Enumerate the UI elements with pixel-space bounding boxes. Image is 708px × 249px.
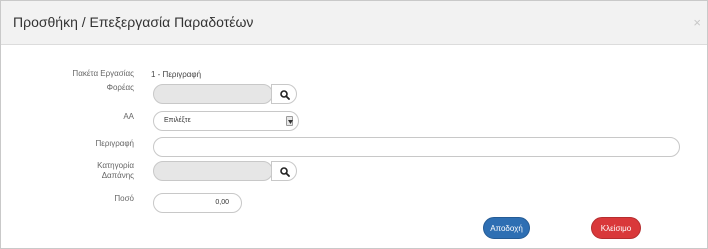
agency-label: Φορέας xyxy=(106,83,134,92)
description-label: Περιγραφή xyxy=(95,139,134,148)
amount-field[interactable]: 0,00 xyxy=(153,193,242,213)
close-icon[interactable]: × xyxy=(693,15,701,30)
edit-deliverables-dialog: Προσθήκη / Επεξεργασία Παραδοτέων × Πακέ… xyxy=(0,0,708,249)
accept-button[interactable]: Αποδοχή xyxy=(483,217,530,239)
search-icon xyxy=(280,167,290,177)
dialog-header: Προσθήκη / Επεξεργασία Παραδοτέων × xyxy=(1,1,707,45)
expense-category-label-line2: Δαπάνης xyxy=(101,171,134,180)
description-field[interactable] xyxy=(153,137,680,157)
amount-value: 0,00 xyxy=(215,199,229,206)
chevron-down-icon xyxy=(288,120,293,124)
agency-field[interactable] xyxy=(153,84,273,104)
aa-dropdown-button[interactable] xyxy=(286,116,293,126)
aa-selected-value: Επιλέξτε xyxy=(164,117,191,124)
expense-category-field[interactable] xyxy=(153,161,273,181)
work-package-value: 1 - Περιγραφή xyxy=(151,70,202,79)
amount-label: Ποσό xyxy=(114,194,134,203)
agency-search-button[interactable] xyxy=(271,84,297,104)
close-button[interactable]: Κλείσιμο xyxy=(591,217,641,239)
dialog-title: Προσθήκη / Επεξεργασία Παραδοτέων xyxy=(13,14,254,30)
search-icon xyxy=(280,90,290,100)
aa-select[interactable]: Επιλέξτε xyxy=(153,111,299,131)
expense-category-label-line1: Κατηγορία xyxy=(97,161,134,170)
expense-category-search-button[interactable] xyxy=(271,161,297,181)
aa-label: ΑΑ xyxy=(123,112,134,121)
work-package-label: Πακέτα Εργασίας xyxy=(72,69,134,78)
